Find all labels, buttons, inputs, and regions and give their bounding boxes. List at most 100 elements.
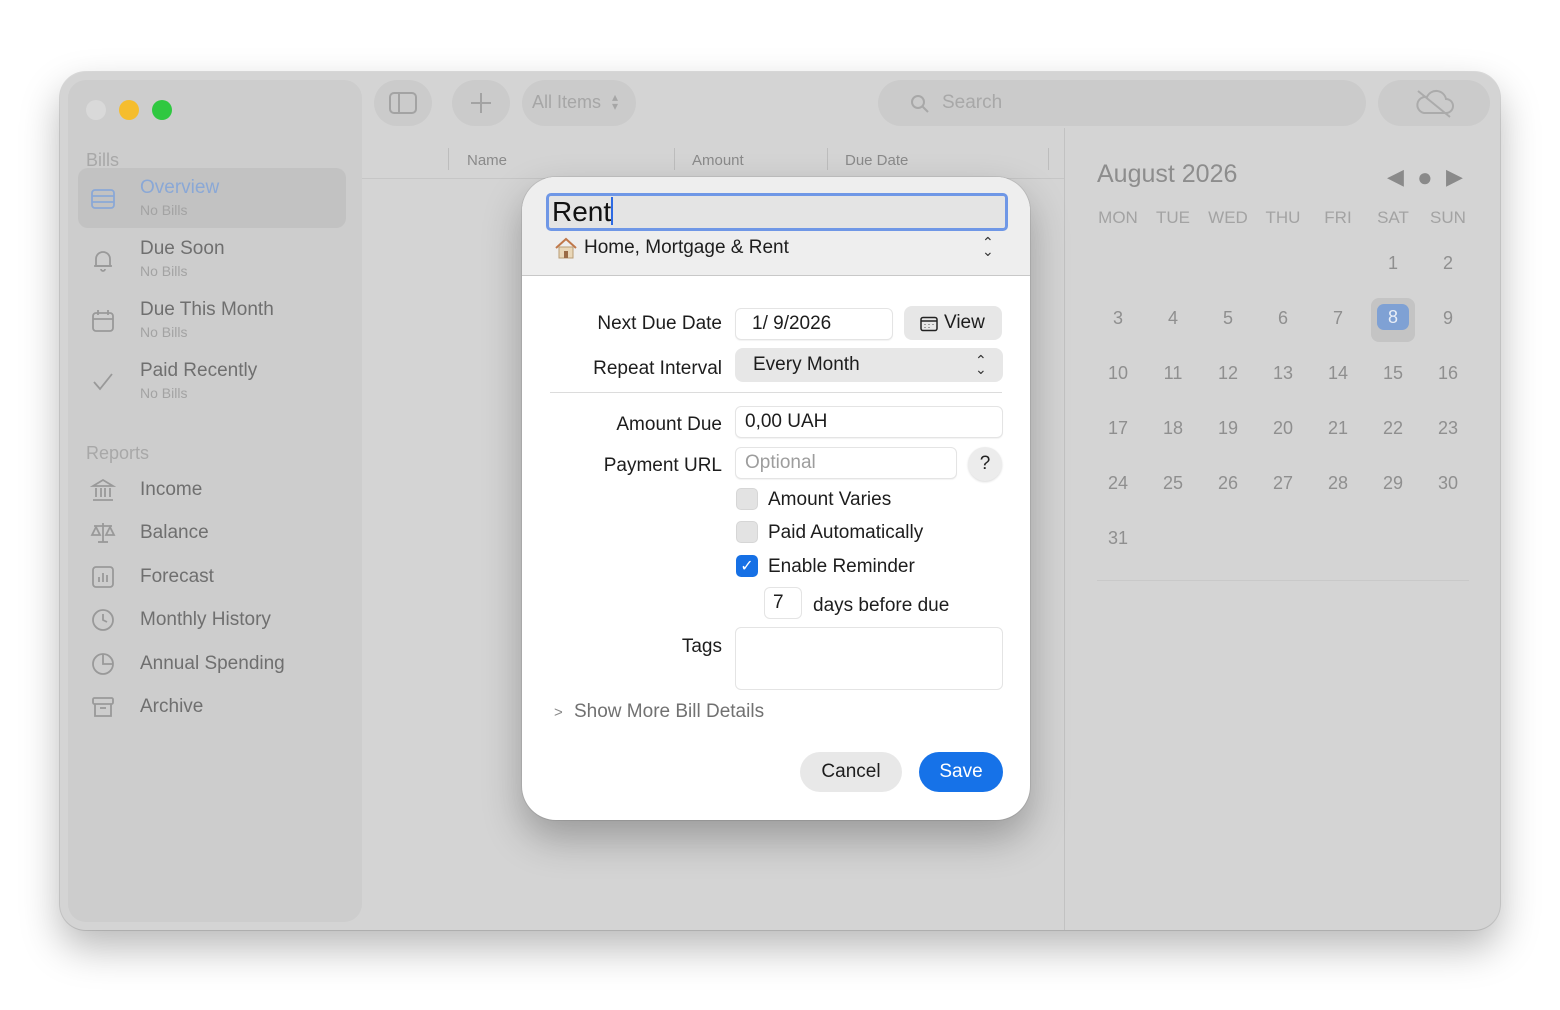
calendar-day[interactable]: 6 [1258, 308, 1308, 329]
calendar-day[interactable]: 30 [1423, 473, 1473, 494]
column-separator [448, 148, 449, 170]
next-due-date-label: Next Due Date [597, 313, 722, 334]
list-icon [90, 186, 116, 212]
filter-label: All Items [532, 92, 602, 112]
calendar-day[interactable]: 2 [1423, 253, 1473, 274]
today-dot-icon[interactable]: ● [1417, 162, 1433, 193]
bar-chart-icon [90, 564, 116, 590]
sidebar-item-label: Due Soon [140, 238, 225, 259]
weekday-header: FRI [1324, 208, 1352, 227]
calendar-day[interactable]: 24 [1093, 473, 1143, 494]
calendar-day[interactable]: 14 [1313, 363, 1363, 384]
column-separator [1048, 148, 1049, 170]
bell-icon [90, 247, 116, 273]
sidebar-item-monthly-history[interactable]: Monthly History [78, 600, 346, 640]
sidebar-item-overview[interactable]: Overview No Bills [78, 168, 346, 228]
bill-name-value: Rent [552, 196, 612, 227]
repeat-interval-popup[interactable]: Every Month ⌃ ⌄ [735, 348, 1003, 382]
show-more-label: Show More Bill Details [574, 701, 765, 722]
calendar-day[interactable]: 15 [1368, 363, 1418, 384]
calendar-day[interactable]: 20 [1258, 418, 1308, 439]
add-bill-button[interactable] [452, 80, 510, 126]
enable-reminder-label: Enable Reminder [768, 556, 915, 577]
amount-varies-checkbox[interactable] [736, 488, 758, 510]
paid-automatically-label: Paid Automatically [768, 522, 924, 543]
sidebar-item-count: No Bills [140, 202, 188, 218]
calendar-day[interactable]: 11 [1148, 363, 1198, 384]
sidebar-item-annual-spending[interactable]: Annual Spending [78, 644, 346, 684]
bank-icon [89, 477, 117, 503]
sidebar-item-paid-recently[interactable]: Paid Recently No Bills [78, 351, 346, 411]
sidebar-item-archive[interactable]: Archive [78, 687, 346, 727]
sidebar-item-forecast[interactable]: Forecast [78, 557, 346, 597]
updown-chevron-icon: ▴ ▾ [612, 90, 619, 113]
column-header-name[interactable]: Name [467, 152, 507, 169]
category-popup[interactable]: Home, Mortgage & Rent ⌃ ⌄ [554, 235, 1004, 263]
enable-reminder-checkbox[interactable]: ✓ [736, 555, 758, 577]
next-due-date-field[interactable]: 1/ 9/2026 [735, 308, 893, 340]
calendar-day[interactable]: 12 [1203, 363, 1253, 384]
minimize-window-button[interactable] [119, 100, 139, 120]
zoom-window-button[interactable] [152, 100, 172, 120]
toggle-sidebar-button[interactable] [374, 80, 432, 126]
calendar-day[interactable]: 17 [1093, 418, 1143, 439]
sidebar-item-balance[interactable]: Balance [78, 513, 346, 553]
checkmark-icon: ✓ [740, 558, 754, 575]
calendar-day[interactable]: 9 [1423, 308, 1473, 329]
calendar-day[interactable]: 5 [1203, 308, 1253, 329]
amount-due-field[interactable]: 0,00 UAH [735, 406, 1003, 438]
calendar-day[interactable]: 3 [1093, 308, 1143, 329]
calendar-day[interactable]: 7 [1313, 308, 1363, 329]
weekday-header: SUN [1430, 208, 1466, 227]
reminder-days-field[interactable]: 7 [764, 587, 802, 619]
filter-popup[interactable]: All Items ▴ ▾ [522, 80, 636, 126]
close-window-button[interactable] [86, 100, 106, 120]
calendar-day[interactable]: 13 [1258, 363, 1308, 384]
sidebar-item-label: Overview [140, 177, 220, 198]
sync-status-button[interactable] [1378, 80, 1490, 126]
repeat-interval-label: Repeat Interval [593, 358, 722, 379]
calendar-day[interactable]: 16 [1423, 363, 1473, 384]
paid-automatically-checkbox[interactable] [736, 521, 758, 543]
view-calendar-button[interactable]: View [904, 306, 1002, 340]
calendar-day-today[interactable]: 8 [1377, 304, 1409, 330]
show-more-details-disclosure[interactable]: > Show More Bill Details [554, 701, 764, 723]
calendar-day[interactable]: 23 [1423, 418, 1473, 439]
sidebar-item-income[interactable]: Income [78, 470, 346, 510]
calendar-day[interactable]: 19 [1203, 418, 1253, 439]
calendar-day[interactable]: 26 [1203, 473, 1253, 494]
calendar-day[interactable]: 4 [1148, 308, 1198, 329]
bill-name-input[interactable]: Rent [546, 193, 1008, 231]
calendar-day[interactable]: 31 [1093, 528, 1143, 549]
sidebar-item-label: Annual Spending [140, 653, 285, 674]
plus-icon [471, 93, 491, 113]
column-header-amount[interactable]: Amount [692, 152, 744, 169]
calendar-day[interactable]: 27 [1258, 473, 1308, 494]
payment-url-field[interactable]: Optional [735, 447, 957, 479]
payment-url-label: Payment URL [603, 455, 722, 476]
column-header-due-date[interactable]: Due Date [845, 152, 908, 169]
calendar-day[interactable]: 29 [1368, 473, 1418, 494]
updown-chevron-icon: ⌃ ⌄ [982, 234, 994, 259]
search-field[interactable]: Search [878, 80, 1366, 126]
calendar-day[interactable]: 10 [1093, 363, 1143, 384]
sidebar-item-due-soon[interactable]: Due Soon No Bills [78, 229, 346, 289]
calendar-day[interactable]: 28 [1313, 473, 1363, 494]
help-button[interactable]: ? [968, 447, 1002, 481]
amount-due-label: Amount Due [616, 414, 722, 435]
tags-field[interactable] [735, 627, 1003, 690]
calendar-day[interactable]: 25 [1148, 473, 1198, 494]
category-label: Home, Mortgage & Rent [584, 237, 789, 258]
calendar-day[interactable]: 21 [1313, 418, 1363, 439]
sidebar-item-due-this-month[interactable]: Due This Month No Bills [78, 290, 346, 350]
next-month-icon[interactable]: ▶ [1446, 164, 1463, 190]
search-placeholder: Search [942, 92, 1003, 113]
repeat-interval-value: Every Month [753, 354, 860, 375]
save-button[interactable]: Save [919, 752, 1003, 792]
calendar-day[interactable]: 18 [1148, 418, 1198, 439]
previous-month-icon[interactable]: ◀ [1387, 164, 1404, 190]
chevron-right-icon: > [554, 704, 563, 721]
cancel-button[interactable]: Cancel [800, 752, 902, 792]
calendar-day[interactable]: 22 [1368, 418, 1418, 439]
calendar-day[interactable]: 1 [1368, 253, 1418, 274]
